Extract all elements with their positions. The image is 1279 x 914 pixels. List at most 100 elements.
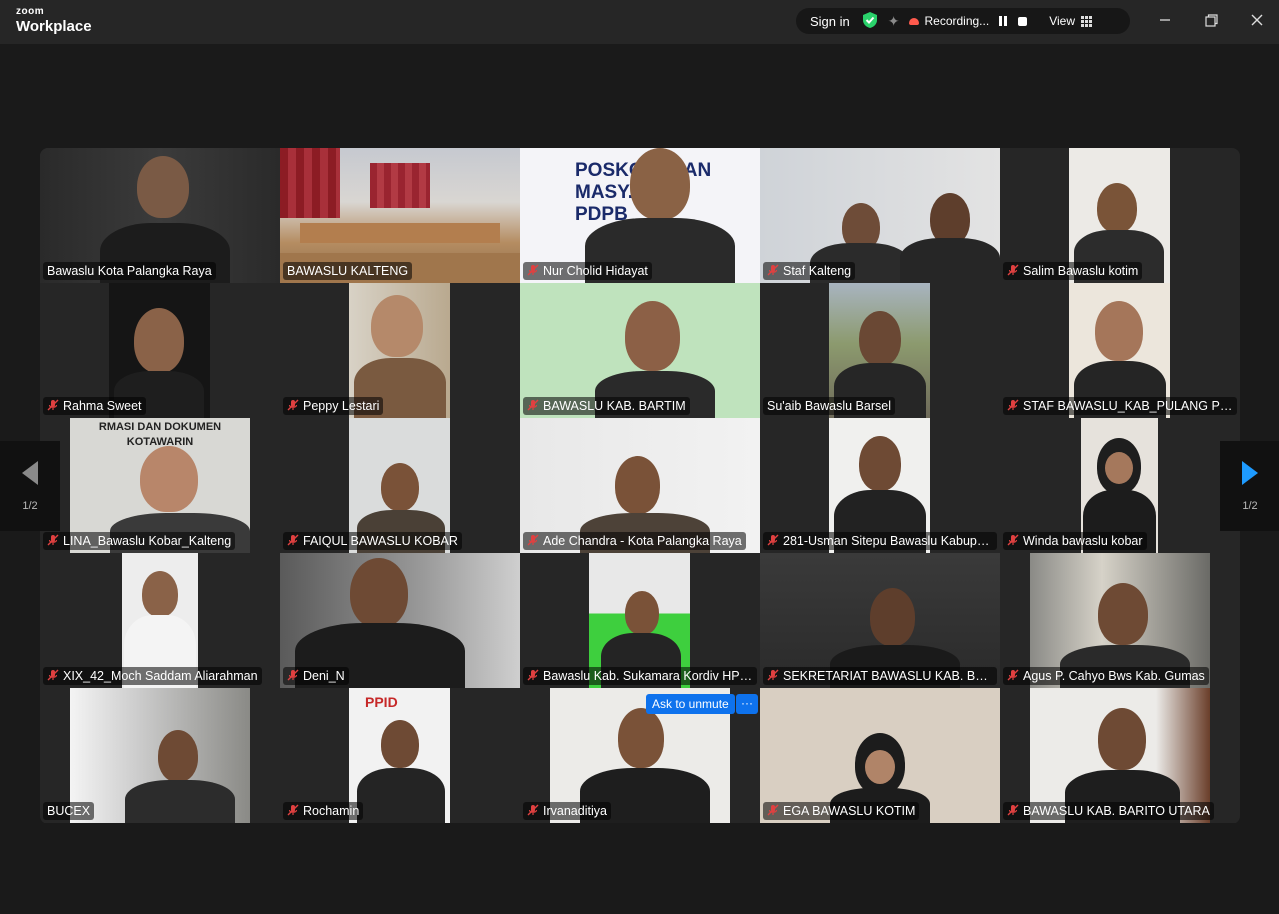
muted-mic-icon	[767, 669, 779, 684]
muted-mic-icon	[527, 669, 539, 684]
participant-tile[interactable]: Su'aib Bawaslu Barsel	[760, 283, 1000, 418]
participant-tile[interactable]: BAWASLU KAB. BARTIM	[520, 283, 760, 418]
participant-name-tag: 281-Usman Sitepu Bawaslu Kabupa...	[763, 532, 997, 550]
minimize-icon[interactable]	[1143, 0, 1187, 40]
grid-view-icon[interactable]	[1080, 15, 1092, 27]
muted-mic-icon	[47, 534, 59, 549]
muted-mic-icon	[47, 399, 59, 414]
participant-name: BAWASLU KALTENG	[287, 264, 409, 278]
participant-tile[interactable]: Peppy Lestari	[280, 283, 520, 418]
participant-tile[interactable]: Rahma Sweet	[40, 283, 280, 418]
participant-tile[interactable]: POSKO ... UANMASY... ATPDPB Nur Cholid H…	[520, 148, 760, 283]
participant-tile[interactable]: SEKRETARIAT BAWASLU KAB. BARIT...	[760, 553, 1000, 688]
poster-text: PPID	[365, 694, 398, 710]
title-bar: zoom Workplace Sign in ✦ Recording... Vi…	[0, 0, 1279, 44]
participant-name: Bawaslu Kab. Sukamara Kordiv HP2...	[543, 669, 753, 683]
participant-name-tag: BUCEX	[43, 802, 95, 820]
participant-name: Deni_N	[303, 669, 345, 683]
participant-name: SEKRETARIAT BAWASLU KAB. BARIT...	[783, 669, 993, 683]
participant-tile[interactable]: Agus P. Cahyo Bws Kab. Gumas	[1000, 553, 1240, 688]
sign-in-button[interactable]: Sign in	[810, 14, 850, 29]
muted-mic-icon	[1007, 264, 1019, 279]
background-banner: RMASI DAN DOKUMEN KOTAWARIN	[98, 421, 222, 449]
pause-recording-icon[interactable]	[999, 16, 1008, 26]
muted-mic-icon	[527, 804, 539, 819]
participant-name-tag: Agus P. Cahyo Bws Kab. Gumas	[1003, 667, 1209, 685]
muted-mic-icon	[1007, 669, 1019, 684]
participant-name-tag: Ade Chandra - Kota Palangka Raya	[523, 532, 746, 550]
participant-name-tag: Staf Kalteng	[763, 262, 856, 280]
next-page-button[interactable]: 1/2	[1220, 441, 1279, 531]
participant-tile[interactable]: 281-Usman Sitepu Bawaslu Kabupa...	[760, 418, 1000, 553]
muted-mic-icon	[767, 264, 779, 279]
participant-name: Irvanaditiya	[543, 804, 607, 818]
participant-tile[interactable]: BUCEX	[40, 688, 280, 823]
participant-tile[interactable]: Deni_N	[280, 553, 520, 688]
participant-name: Su'aib Bawaslu Barsel	[767, 399, 891, 413]
stop-recording-icon[interactable]	[1018, 16, 1028, 26]
page-indicator-left: 1/2	[22, 500, 38, 512]
recording-label: Recording...	[924, 14, 990, 28]
ask-to-unmute-button[interactable]: Ask to unmute	[646, 694, 735, 714]
muted-mic-icon	[1007, 534, 1019, 549]
muted-mic-icon	[767, 534, 779, 549]
arrow-left-icon	[22, 461, 38, 485]
participant-name-tag: Peppy Lestari	[283, 397, 384, 415]
participant-name-tag: FAIQUL BAWASLU KOBAR	[283, 532, 462, 550]
participant-tile[interactable]: Staf Kalteng	[760, 148, 1000, 283]
active-speaker-tile[interactable]: BAWASLU KALTENG	[280, 148, 520, 283]
participant-tile[interactable]: STAF BAWASLU_KAB_PULANG PISAU	[1000, 283, 1240, 418]
participant-name-tag: SEKRETARIAT BAWASLU KAB. BARIT...	[763, 667, 997, 685]
participant-tile[interactable]: Winda bawaslu kobar	[1000, 418, 1240, 553]
muted-mic-icon	[767, 804, 779, 819]
participant-tile[interactable]: Ade Chandra - Kota Palangka Raya	[520, 418, 760, 553]
participant-name: XIX_42_Moch Saddam Aliarahman	[63, 669, 258, 683]
participant-name-tag: Salim Bawaslu kotim	[1003, 262, 1143, 280]
participant-name: Agus P. Cahyo Bws Kab. Gumas	[1023, 669, 1205, 683]
participant-tile[interactable]: Salim Bawaslu kotim	[1000, 148, 1240, 283]
participant-name: Rochamin	[303, 804, 360, 818]
participant-name: BAWASLU KAB. BARITO UTARA	[1023, 804, 1210, 818]
shield-check-icon[interactable]	[862, 11, 878, 32]
previous-page-button[interactable]: 1/2	[0, 441, 60, 531]
participant-name: Peppy Lestari	[303, 399, 380, 413]
participant-name: LINA_Bawaslu Kobar_Kalteng	[63, 534, 232, 548]
meeting-controls-pill: Sign in ✦ Recording... View	[796, 8, 1130, 34]
brand-top: zoom	[16, 6, 45, 17]
participant-tile[interactable]: PPID Rochamin	[280, 688, 520, 823]
participant-name-tag: Rahma Sweet	[43, 397, 146, 415]
muted-mic-icon	[527, 399, 539, 414]
participant-name: 281-Usman Sitepu Bawaslu Kabupa...	[783, 534, 993, 548]
cloud-recording-icon	[909, 17, 920, 25]
participant-name: Bawaslu Kota Palangka Raya	[47, 264, 212, 278]
muted-mic-icon	[287, 804, 299, 819]
participant-name-tag: STAF BAWASLU_KAB_PULANG PISAU	[1003, 397, 1237, 415]
participant-video	[70, 688, 250, 823]
view-button-label[interactable]: View	[1049, 14, 1075, 28]
participant-name: Salim Bawaslu kotim	[1023, 264, 1139, 278]
participant-name: BAWASLU KAB. BARTIM	[543, 399, 686, 413]
participant-name-tag: Irvanaditiya	[523, 802, 611, 820]
close-icon[interactable]	[1235, 0, 1279, 40]
recording-indicator[interactable]: Recording...	[909, 14, 989, 28]
participant-name-tag: Bawaslu Kota Palangka Raya	[43, 262, 216, 280]
participant-tile[interactable]: Bawaslu Kab. Sukamara Kordiv HP2...	[520, 553, 760, 688]
participant-name-tag: Bawaslu Kab. Sukamara Kordiv HP2...	[523, 667, 757, 685]
participant-name-tag: Nur Cholid Hidayat	[523, 262, 652, 280]
participant-tile[interactable]: RMASI DAN DOKUMEN KOTAWARIN LINA_Bawaslu …	[40, 418, 280, 553]
more-options-button[interactable]: ···	[736, 694, 758, 714]
participant-tile[interactable]: BAWASLU KAB. BARITO UTARA	[1000, 688, 1240, 823]
muted-mic-icon	[527, 264, 539, 279]
participant-tile[interactable]: EGA BAWASLU KOTIM	[760, 688, 1000, 823]
ai-companion-icon[interactable]: ✦	[888, 13, 900, 30]
participant-tile[interactable]: Bawaslu Kota Palangka Raya	[40, 148, 280, 283]
muted-mic-icon	[527, 534, 539, 549]
participant-name: STAF BAWASLU_KAB_PULANG PISAU	[1023, 399, 1233, 413]
participant-tile[interactable]: XIX_42_Moch Saddam Aliarahman	[40, 553, 280, 688]
zoom-workplace-logo: zoom Workplace	[16, 6, 92, 35]
muted-mic-icon	[287, 669, 299, 684]
restore-icon[interactable]	[1189, 0, 1233, 40]
participant-name: BUCEX	[47, 804, 91, 818]
participant-name-tag: EGA BAWASLU KOTIM	[763, 802, 920, 820]
participant-tile[interactable]: FAIQUL BAWASLU KOBAR	[280, 418, 520, 553]
